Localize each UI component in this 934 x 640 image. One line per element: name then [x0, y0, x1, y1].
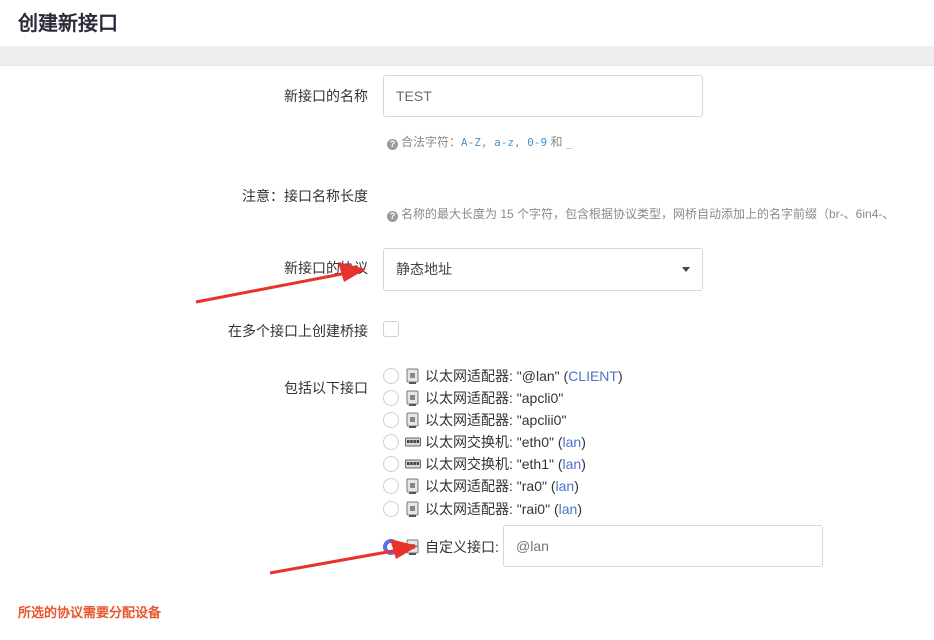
- annotation-arrow-protocol: [195, 262, 366, 304]
- annotation-arrows: [195, 262, 418, 575]
- annotation-arrow-custom: [269, 539, 418, 575]
